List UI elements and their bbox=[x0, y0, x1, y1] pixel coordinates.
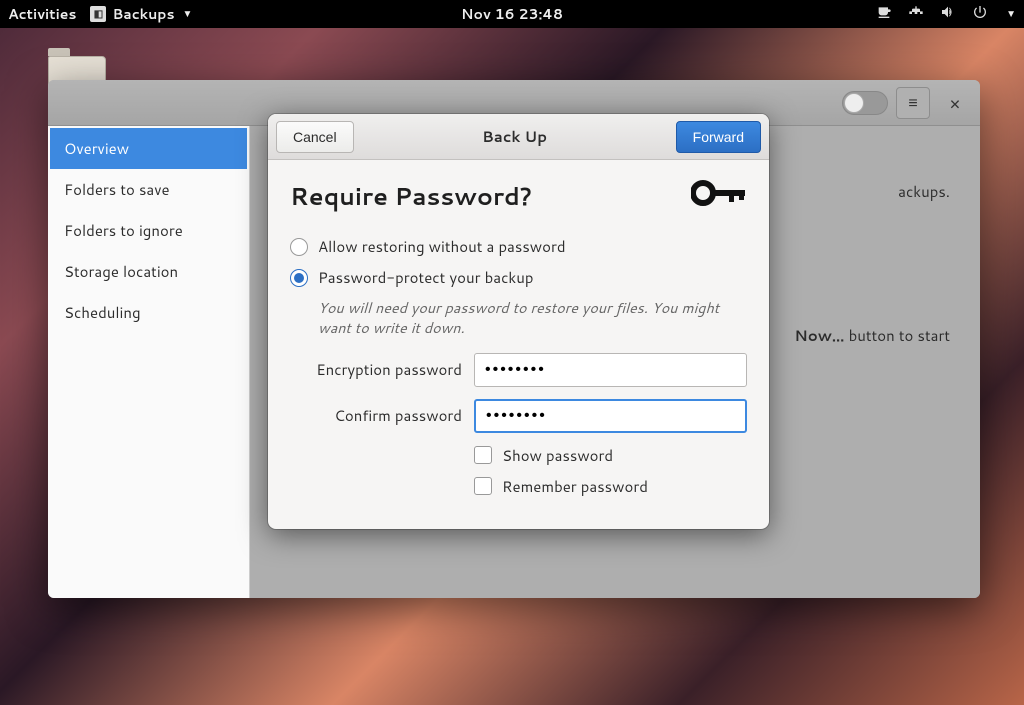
help-text: You will need your password to restore y… bbox=[318, 298, 747, 339]
auto-backup-toggle[interactable] bbox=[842, 91, 888, 115]
checkbox-label: Remember password bbox=[502, 476, 648, 497]
radio-icon bbox=[290, 238, 308, 256]
hamburger-icon: ≡ bbox=[908, 91, 917, 114]
gnome-topbar: Activities ◧ Backups ▼ Nov 16 23:48 ▼ bbox=[0, 0, 1024, 28]
checkbox-label: Show password bbox=[502, 445, 613, 466]
sidebar-item-overview[interactable]: Overview bbox=[50, 128, 247, 169]
close-icon: × bbox=[949, 90, 960, 116]
checkbox-icon bbox=[474, 477, 492, 495]
forward-button[interactable]: Forward bbox=[676, 121, 761, 153]
dialog-headerbar: Cancel Back Up Forward bbox=[268, 114, 769, 160]
app-menu[interactable]: ◧ Backups ▼ bbox=[90, 4, 192, 24]
remember-password-checkbox[interactable]: Remember password bbox=[474, 476, 747, 497]
coffee-icon bbox=[876, 4, 892, 25]
radio-password-protect[interactable]: Password-protect your backup bbox=[290, 267, 747, 288]
key-icon bbox=[691, 178, 747, 214]
clock[interactable]: Nov 16 23:48 bbox=[461, 4, 563, 24]
show-password-checkbox[interactable]: Show password bbox=[474, 445, 747, 466]
activities-button[interactable]: Activities bbox=[8, 4, 76, 24]
network-icon bbox=[908, 4, 924, 25]
confirm-password-input[interactable] bbox=[474, 399, 747, 433]
hamburger-menu-button[interactable]: ≡ bbox=[896, 87, 930, 119]
sidebar-item-scheduling[interactable]: Scheduling bbox=[50, 292, 247, 333]
radio-label: Allow restoring without a password bbox=[318, 236, 566, 257]
encryption-password-label: Encryption password bbox=[290, 359, 462, 380]
encryption-password-input[interactable] bbox=[474, 353, 747, 387]
volume-icon bbox=[940, 4, 956, 25]
chevron-down-icon: ▼ bbox=[183, 7, 193, 21]
app-name-label: Backups bbox=[112, 4, 174, 24]
system-tray[interactable]: ▼ bbox=[876, 4, 1016, 25]
power-icon bbox=[972, 4, 988, 25]
window-close-button[interactable]: × bbox=[938, 87, 972, 119]
cancel-button[interactable]: Cancel bbox=[276, 121, 354, 153]
dialog-heading: Require Password? bbox=[290, 179, 532, 213]
backup-app-icon: ◧ bbox=[90, 6, 106, 22]
radio-label: Password-protect your backup bbox=[318, 267, 534, 288]
sidebar: Overview Folders to save Folders to igno… bbox=[48, 126, 250, 598]
chevron-down-icon: ▼ bbox=[1006, 7, 1016, 21]
confirm-password-label: Confirm password bbox=[290, 405, 462, 426]
radio-icon bbox=[290, 269, 308, 287]
dialog-title: Back Up bbox=[354, 126, 676, 147]
obscured-text: Now… button to start bbox=[794, 324, 950, 348]
sidebar-item-storage[interactable]: Storage location bbox=[50, 251, 247, 292]
sidebar-item-folders-ignore[interactable]: Folders to ignore bbox=[50, 210, 247, 251]
radio-allow-no-password[interactable]: Allow restoring without a password bbox=[290, 236, 747, 257]
obscured-text: ackups. bbox=[898, 181, 950, 202]
sidebar-item-folders-save[interactable]: Folders to save bbox=[50, 169, 247, 210]
checkbox-icon bbox=[474, 446, 492, 464]
require-password-dialog: Cancel Back Up Forward Require Password?… bbox=[268, 114, 769, 529]
